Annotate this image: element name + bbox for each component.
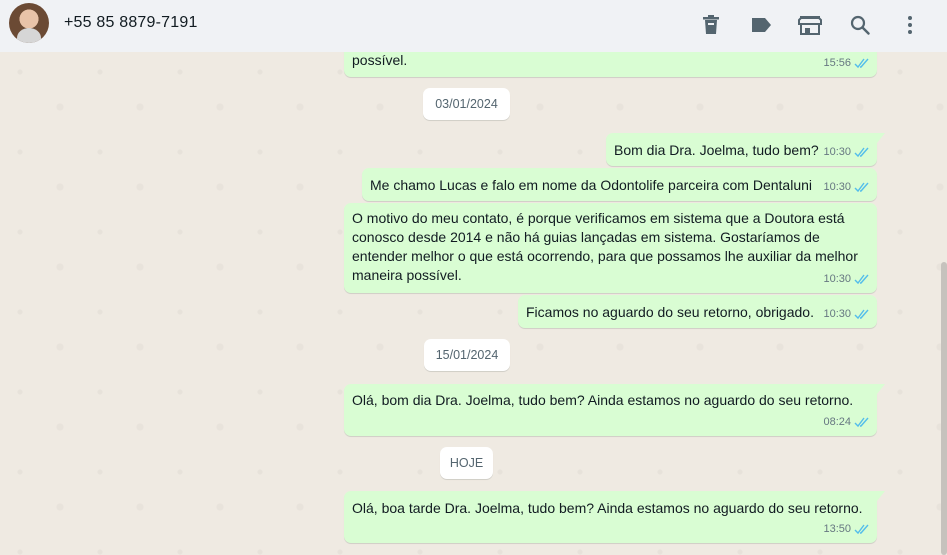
message-time: 08:24 xyxy=(823,416,851,428)
message-bubble[interactable]: Olá, boa tarde Dra. Joelma, tudo bem? Ai… xyxy=(344,491,885,543)
message-text: Olá, bom dia Dra. Joelma, tudo bem? Aind… xyxy=(352,392,854,408)
message-meta: 10:30 xyxy=(823,305,870,324)
message-bubble[interactable]: O motivo do meu contato, é porque verifi… xyxy=(344,203,877,293)
message-time: 15:56 xyxy=(823,57,851,69)
message-time: 13:50 xyxy=(823,523,851,535)
message-text: Me chamo Lucas e falo em nome da Odontol… xyxy=(370,177,813,193)
chat-area[interactable]: possível. 15:56 03/01/2024 Bom dia Dra. … xyxy=(0,52,947,555)
date-separator: 15/01/2024 xyxy=(424,339,510,371)
message-text: O motivo do meu contato, é porque verifi… xyxy=(352,210,858,283)
message-text: Olá, boa tarde Dra. Joelma, tudo bem? Ai… xyxy=(352,500,863,516)
message-time: 10:30 xyxy=(823,273,851,285)
search-icon[interactable] xyxy=(847,12,873,38)
message-bubble[interactable]: Bom dia Dra. Joelma, tudo bem? 10:30 xyxy=(606,133,885,166)
chat-header: +55 85 8879-7191 xyxy=(0,0,947,52)
store-icon[interactable] xyxy=(797,12,823,38)
message-meta: 10:30 xyxy=(823,178,870,197)
message-meta: 08:24 xyxy=(823,413,870,432)
message-meta: 15:56 xyxy=(823,54,870,73)
menu-icon[interactable] xyxy=(897,12,923,38)
message-time: 10:30 xyxy=(823,181,851,193)
message-bubble[interactable]: Me chamo Lucas e falo em nome da Odontol… xyxy=(362,168,877,201)
contact-avatar[interactable] xyxy=(9,3,49,43)
message-meta: 13:50 xyxy=(823,520,870,539)
read-ticks-icon xyxy=(854,147,869,158)
message-time: 10:30 xyxy=(823,146,851,158)
read-ticks-icon xyxy=(854,524,869,535)
message-time: 10:30 xyxy=(823,308,851,320)
date-separator: HOJE xyxy=(440,447,493,479)
chat-scrollbar[interactable] xyxy=(941,262,947,555)
read-ticks-icon xyxy=(854,417,869,428)
date-separator: 03/01/2024 xyxy=(423,88,510,120)
read-ticks-icon xyxy=(854,309,869,320)
message-bubble[interactable]: Olá, bom dia Dra. Joelma, tudo bem? Aind… xyxy=(344,384,885,436)
read-ticks-icon xyxy=(854,274,869,285)
label-icon[interactable] xyxy=(748,12,774,38)
message-meta: 10:30 xyxy=(823,270,870,289)
message-text: Ficamos no aguardo do seu retorno, obrig… xyxy=(526,304,814,320)
contact-name[interactable]: +55 85 8879-7191 xyxy=(64,14,198,32)
message-bubble[interactable]: possível. 15:56 xyxy=(344,52,877,77)
delete-icon[interactable] xyxy=(698,12,724,38)
read-ticks-icon xyxy=(854,182,869,193)
message-text: Bom dia Dra. Joelma, tudo bem? xyxy=(614,142,819,158)
message-meta: 10:30 xyxy=(823,143,870,162)
message-text: possível. xyxy=(352,52,408,68)
message-bubble[interactable]: Ficamos no aguardo do seu retorno, obrig… xyxy=(518,295,877,328)
read-ticks-icon xyxy=(854,58,869,69)
